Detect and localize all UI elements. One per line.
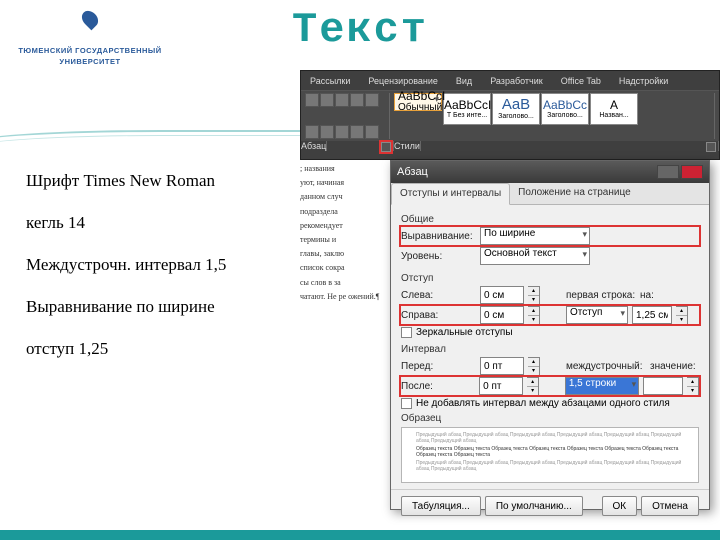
paragraph-dialog: Абзац Отступы и интервалы Положение на с… (390, 160, 710, 510)
align-left-icon[interactable] (305, 125, 319, 139)
special-indent-select[interactable]: Отступ (566, 306, 628, 324)
align-right-icon[interactable] (335, 125, 349, 139)
preview-pane: Предыдущий абзац Предыдущий абзац Предыд… (401, 427, 699, 483)
background-document-text: ; названияуют, начинаяданном случ подраз… (300, 160, 390, 440)
indent-right-input[interactable] (480, 306, 524, 324)
style-title[interactable]: AНазван... (590, 93, 638, 125)
footer-bar (0, 530, 720, 540)
group-label-styles: Стили (394, 141, 719, 151)
align-center-icon[interactable] (320, 125, 334, 139)
help-icon[interactable] (657, 165, 679, 179)
indent-left-input[interactable] (480, 286, 524, 304)
indent-icon[interactable] (350, 93, 364, 107)
list-icon[interactable] (320, 93, 334, 107)
spin-up-icon[interactable]: ▴ (528, 287, 539, 296)
paragraph-dialog-launcher-icon[interactable] (381, 142, 391, 152)
tab-references[interactable]: Рассылки (301, 76, 359, 86)
ribbon-group-paragraph (305, 93, 390, 139)
list-icon[interactable] (305, 93, 319, 107)
tab-review[interactable]: Рецензирование (359, 76, 447, 86)
dont-add-space-checkbox[interactable] (401, 398, 412, 409)
req-font: Шрифт Times New Roman (26, 170, 296, 192)
tab-office[interactable]: Office Tab (552, 76, 610, 86)
tab-addins[interactable]: Надстройки (610, 76, 677, 86)
outline-level-select[interactable]: Основной текст (480, 247, 590, 265)
styles-dialog-launcher-icon[interactable] (706, 142, 716, 152)
list-icon[interactable] (335, 93, 349, 107)
slide-title: Текст (0, 6, 720, 54)
alignment-select[interactable]: По ширине (480, 227, 590, 245)
space-before-input[interactable] (480, 357, 524, 375)
group-label-paragraph: Абзац (301, 141, 394, 151)
formatting-requirements: Шрифт Times New Roman кегль 14 Междустро… (26, 170, 296, 380)
word-ribbon: Рассылки Рецензирование Вид Разработчик … (300, 70, 720, 160)
cancel-button[interactable]: Отмена (641, 496, 699, 516)
ribbon-tabs: Рассылки Рецензирование Вид Разработчик … (301, 71, 719, 91)
spin-down-icon[interactable]: ▾ (528, 296, 539, 304)
close-icon[interactable] (681, 165, 703, 179)
space-after-input[interactable] (479, 377, 523, 395)
ribbon-group-styles: AaBbCcIОбычный AaBbCcIТ Без инте... AaBЗ… (394, 93, 715, 139)
style-heading2[interactable]: AaBbCcЗаголово... (541, 93, 589, 125)
tab-indents-spacing[interactable]: Отступы и интервалы (391, 183, 510, 205)
tabs-button[interactable]: Табуляция... (401, 496, 481, 516)
set-default-button[interactable]: По умолчанию... (485, 496, 583, 516)
tab-developer[interactable]: Разработчик (481, 76, 551, 86)
mirror-indents-checkbox[interactable] (401, 327, 412, 338)
req-alignment: Выравнивание по ширине (26, 296, 296, 318)
line-spacing-at-input[interactable] (643, 377, 683, 395)
special-by-input[interactable] (632, 306, 672, 324)
style-heading1[interactable]: AaBЗаголово... (492, 93, 540, 125)
style-no-spacing[interactable]: AaBbCcIТ Без инте... (443, 93, 491, 125)
line-spacing-select[interactable]: 1,5 строки (565, 377, 639, 395)
req-size: кегль 14 (26, 212, 296, 234)
ok-button[interactable]: ОК (602, 496, 638, 516)
align-justify-icon[interactable] (350, 125, 364, 139)
line-spacing-icon[interactable] (365, 125, 379, 139)
dialog-titlebar: Абзац (391, 161, 709, 183)
indent-icon[interactable] (365, 93, 379, 107)
tab-view[interactable]: Вид (447, 76, 481, 86)
req-line-spacing: Междустрочн. интервал 1,5 (26, 254, 296, 276)
req-indent: отступ 1,25 (26, 338, 296, 360)
style-normal[interactable]: AaBbCcIОбычный (394, 93, 442, 111)
tab-line-page-breaks[interactable]: Положение на странице (510, 183, 638, 204)
